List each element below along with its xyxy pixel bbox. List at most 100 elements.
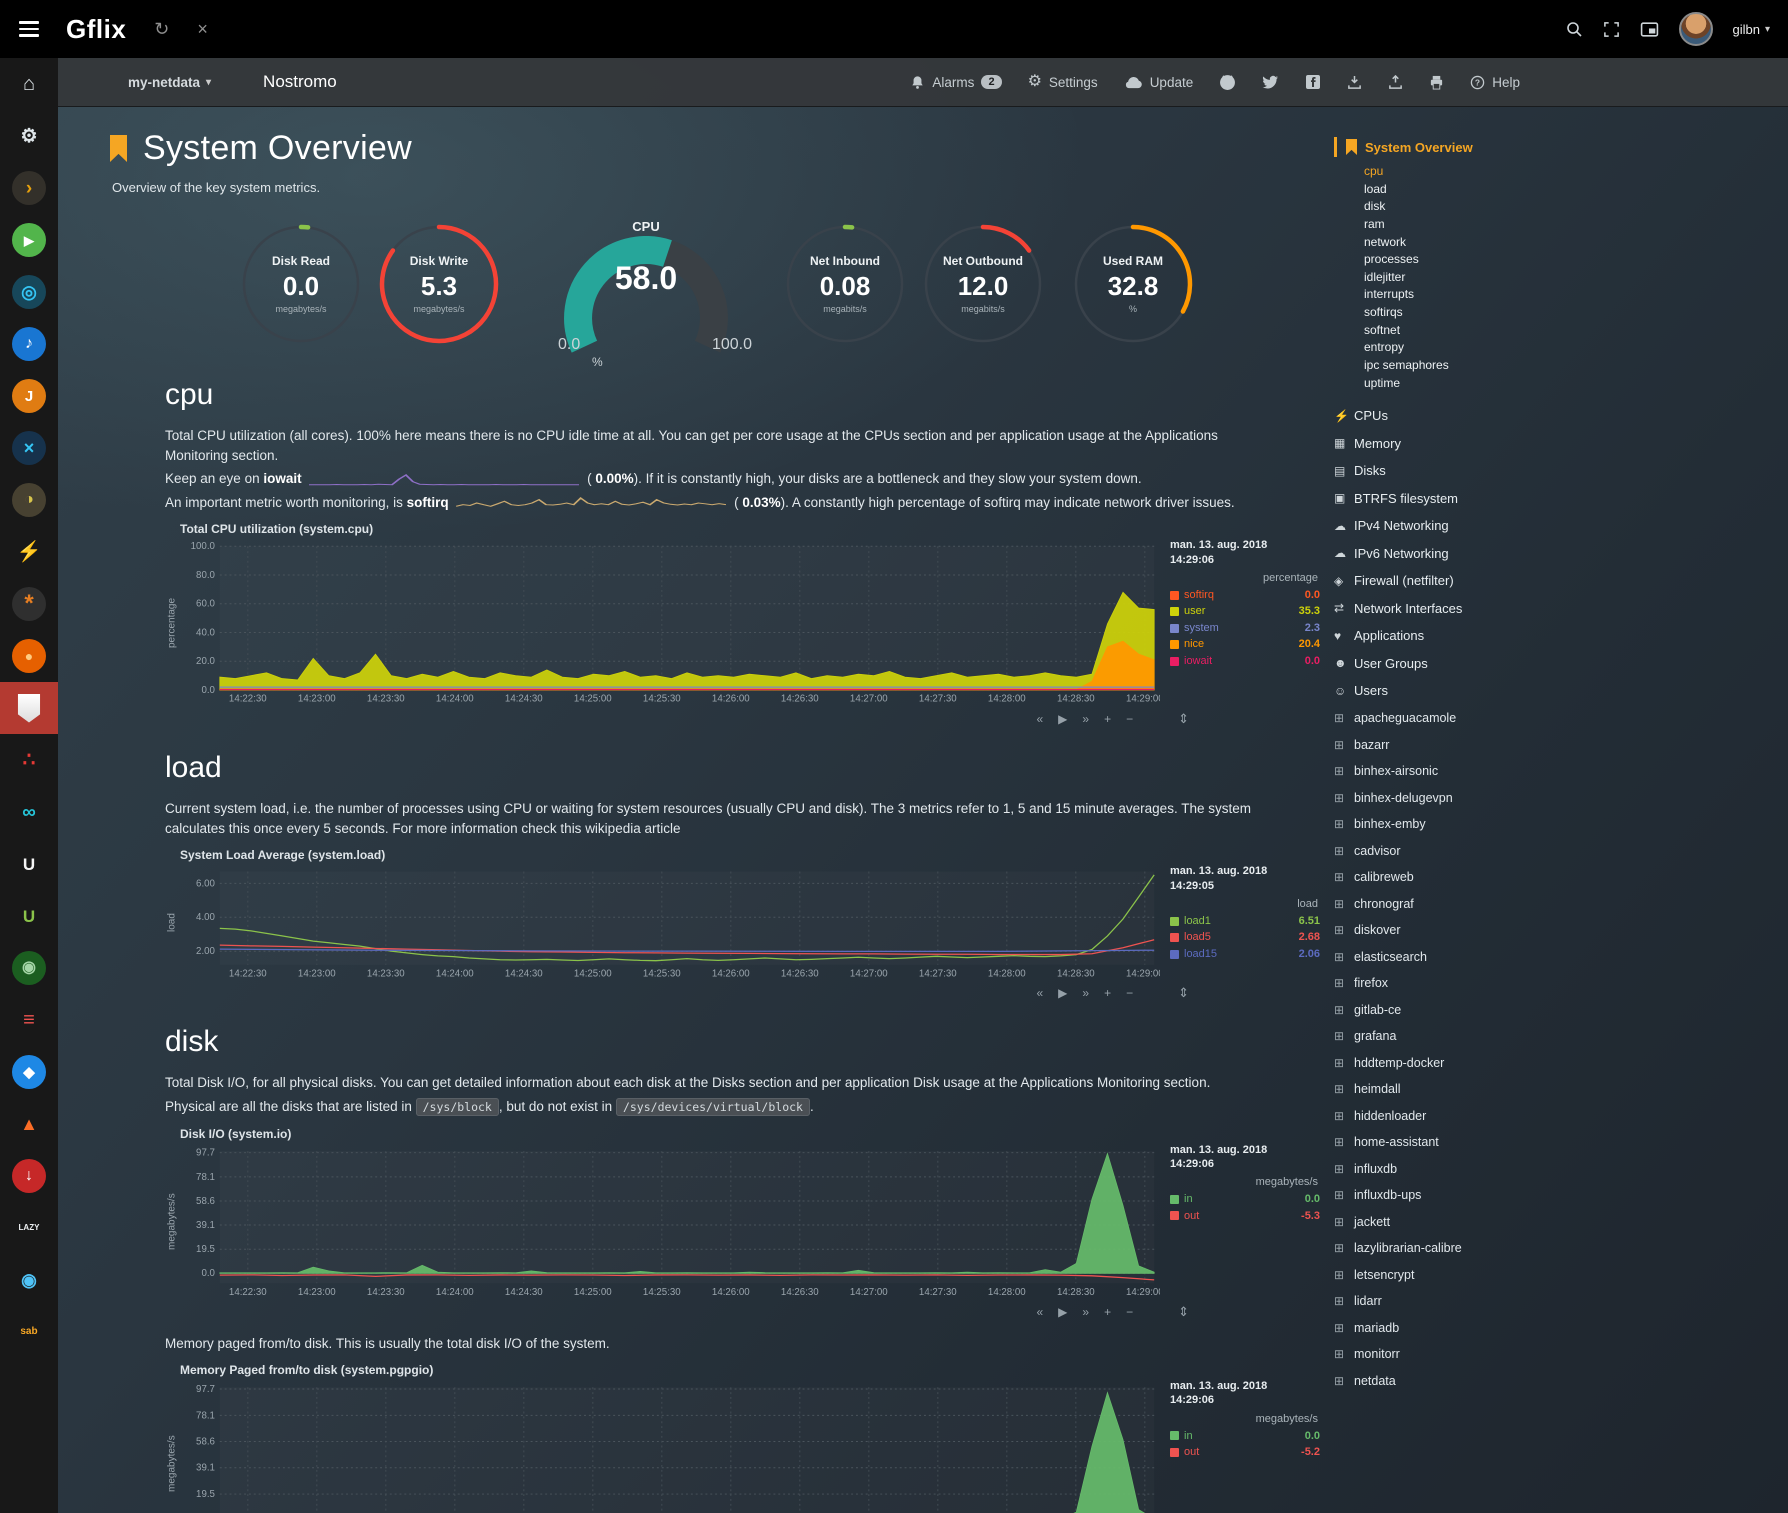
menu-app-item[interactable]: ⊞ firefox (1334, 976, 1788, 990)
tab-firefox[interactable]: ● (0, 630, 58, 682)
print-button[interactable] (1429, 75, 1444, 90)
menu-app-item[interactable]: ⊞ influxdb (1334, 1162, 1788, 1176)
legend-entry[interactable]: user 35.3 (1170, 603, 1320, 620)
tab-airsonic[interactable]: ♪ (0, 318, 58, 370)
tab-bazarr[interactable]: ◑ (0, 474, 58, 526)
menu-app-item[interactable]: ⊞ netdata (1334, 1374, 1788, 1388)
menu-app-item[interactable]: ⊞ binhex-emby (1334, 817, 1788, 831)
twitter-button[interactable] (1262, 74, 1279, 91)
tab-cluster[interactable]: ∴ (0, 734, 58, 786)
avatar[interactable] (1679, 12, 1713, 46)
legend-entry[interactable]: nice 20.4 (1170, 636, 1320, 653)
menu-group[interactable]: ▦ Memory (1334, 436, 1788, 451)
legend-entry[interactable]: load5 2.68 (1170, 929, 1320, 946)
menu-app-item[interactable]: ⊞ monitorr (1334, 1347, 1788, 1361)
legend-entry[interactable]: iowait 0.0 (1170, 653, 1320, 670)
menu-group[interactable]: ☻ User Groups (1334, 656, 1788, 671)
legend-entry[interactable]: in 0.0 (1170, 1191, 1320, 1208)
rewind-button[interactable]: « (1036, 1305, 1043, 1319)
tab-tautulli[interactable]: * (0, 578, 58, 630)
menu-group[interactable]: ☺ Users (1334, 683, 1788, 698)
legend-entry[interactable]: softirq 0.0 (1170, 587, 1320, 604)
download-snapshot-button[interactable] (1347, 75, 1362, 90)
menu-subitem[interactable]: ipc semaphores (1364, 357, 1788, 375)
menu-subitem[interactable]: load (1364, 181, 1788, 199)
menu-subitem[interactable]: uptime (1364, 375, 1788, 393)
forward-button[interactable]: » (1082, 712, 1089, 726)
menu-group[interactable]: ◈ Firewall (netfilter) (1334, 573, 1788, 588)
menu-group[interactable]: ▣ BTRFS filesystem (1334, 491, 1788, 506)
resize-handle[interactable]: ⇕ (1178, 1304, 1189, 1320)
tab-lazylibrarian[interactable]: LAZY (0, 1202, 58, 1254)
fullscreen-icon[interactable] (1603, 21, 1620, 38)
tab-home[interactable]: ⌂ (0, 58, 58, 110)
menu-app-item[interactable]: ⊞ binhex-delugevpn (1334, 791, 1788, 805)
menu-subitem[interactable]: cpu (1364, 163, 1788, 181)
menu-subitem[interactable]: idlejitter (1364, 269, 1788, 287)
menu-app-item[interactable]: ⊞ apacheguacamole (1334, 711, 1788, 725)
zoom-out-button[interactable]: − (1126, 712, 1133, 726)
search-icon[interactable] (1565, 20, 1583, 38)
zoom-in-button[interactable]: + (1104, 712, 1111, 726)
tab-sabnzbd[interactable]: sab (0, 1306, 58, 1358)
pip-window-icon[interactable] (1640, 20, 1659, 39)
tab-netdata[interactable] (0, 682, 58, 734)
cpu-chart[interactable]: 100.080.060.040.020.00.014:22:3014:23:00… (179, 538, 1160, 708)
tab-deluge[interactable]: ∞ (0, 786, 58, 838)
menu-app-item[interactable]: ⊞ lidarr (1334, 1294, 1788, 1308)
tab-ubooquity[interactable]: U (0, 890, 58, 942)
menu-group[interactable]: ⚡ CPUs (1334, 408, 1788, 423)
menu-subitem[interactable]: network (1364, 234, 1788, 252)
forward-button[interactable]: » (1082, 986, 1089, 1000)
legend-entry[interactable]: load15 2.06 (1170, 946, 1320, 963)
menu-app-item[interactable]: ⊞ letsencrypt (1334, 1268, 1788, 1282)
menu-group[interactable]: ☁ IPv6 Networking (1334, 546, 1788, 561)
tab-transmission[interactable]: ↓ (0, 1150, 58, 1202)
resize-handle[interactable]: ⇕ (1178, 711, 1189, 727)
menu-app-item[interactable]: ⊞ lazylibrarian-calibre (1334, 1241, 1788, 1255)
menu-subitem[interactable]: interrupts (1364, 286, 1788, 304)
tab-plex[interactable]: › (0, 162, 58, 214)
menu-subitem[interactable]: processes (1364, 251, 1788, 269)
tab-sonarr[interactable]: ◎ (0, 266, 58, 318)
legend-entry[interactable]: system 2.3 (1170, 620, 1320, 637)
disk-chart[interactable]: 97.778.158.639.119.50.014:22:3014:23:001… (179, 1143, 1160, 1301)
tab-unraid[interactable]: U (0, 838, 58, 890)
menu-app-item[interactable]: ⊞ influxdb-ups (1334, 1188, 1788, 1202)
refresh-icon[interactable]: ↻ (154, 19, 169, 40)
menu-group[interactable]: ⇄ Network Interfaces (1334, 601, 1788, 616)
play-button[interactable]: ▶ (1058, 1305, 1067, 1319)
tab-kodi[interactable]: × (0, 422, 58, 474)
forward-button[interactable]: » (1082, 1305, 1089, 1319)
facebook-button[interactable] (1305, 74, 1321, 90)
menu-app-item[interactable]: ⊞ diskover (1334, 923, 1788, 937)
tab-green-app[interactable]: ◉ (0, 942, 58, 994)
menu-subitem[interactable]: softirqs (1364, 304, 1788, 322)
legend-entry[interactable]: in 0.0 (1170, 1428, 1320, 1445)
resize-handle[interactable]: ⇕ (1178, 985, 1189, 1001)
play-button[interactable]: ▶ (1058, 986, 1067, 1000)
hamburger-menu-icon[interactable] (0, 0, 58, 58)
menu-app-item[interactable]: ⊞ grafana (1334, 1029, 1788, 1043)
menu-app-item[interactable]: ⊞ calibreweb (1334, 870, 1788, 884)
load-chart[interactable]: 6.004.002.0014:22:3014:23:0014:23:3014:2… (179, 864, 1160, 982)
github-button[interactable] (1219, 74, 1236, 91)
close-icon[interactable]: × (197, 19, 208, 40)
menu-app-item[interactable]: ⊞ binhex-airsonic (1334, 764, 1788, 778)
menu-app-item[interactable]: ⊞ elasticsearch (1334, 950, 1788, 964)
menu-app-item[interactable]: ⊞ mariadb (1334, 1321, 1788, 1335)
zoom-in-button[interactable]: + (1104, 986, 1111, 1000)
tab-jackett[interactable]: J (0, 370, 58, 422)
menu-group[interactable]: ☁ IPv4 Networking (1334, 518, 1788, 533)
menu-app-item[interactable]: ⊞ home-assistant (1334, 1135, 1788, 1149)
alarms-button[interactable]: Alarms 2 (910, 75, 1001, 90)
rewind-button[interactable]: « (1036, 712, 1043, 726)
user-menu[interactable]: gilbn ▾ (1733, 22, 1771, 37)
menu-group[interactable]: ▤ Disks (1334, 463, 1788, 478)
menu-app-item[interactable]: ⊞ cadvisor (1334, 844, 1788, 858)
menu-app-item[interactable]: ⊞ hddtemp-docker (1334, 1056, 1788, 1070)
zoom-out-button[interactable]: − (1126, 1305, 1133, 1319)
menu-subitem[interactable]: ram (1364, 216, 1788, 234)
tab-settings[interactable]: ⚙ (0, 110, 58, 162)
update-button[interactable]: Update (1124, 75, 1194, 90)
